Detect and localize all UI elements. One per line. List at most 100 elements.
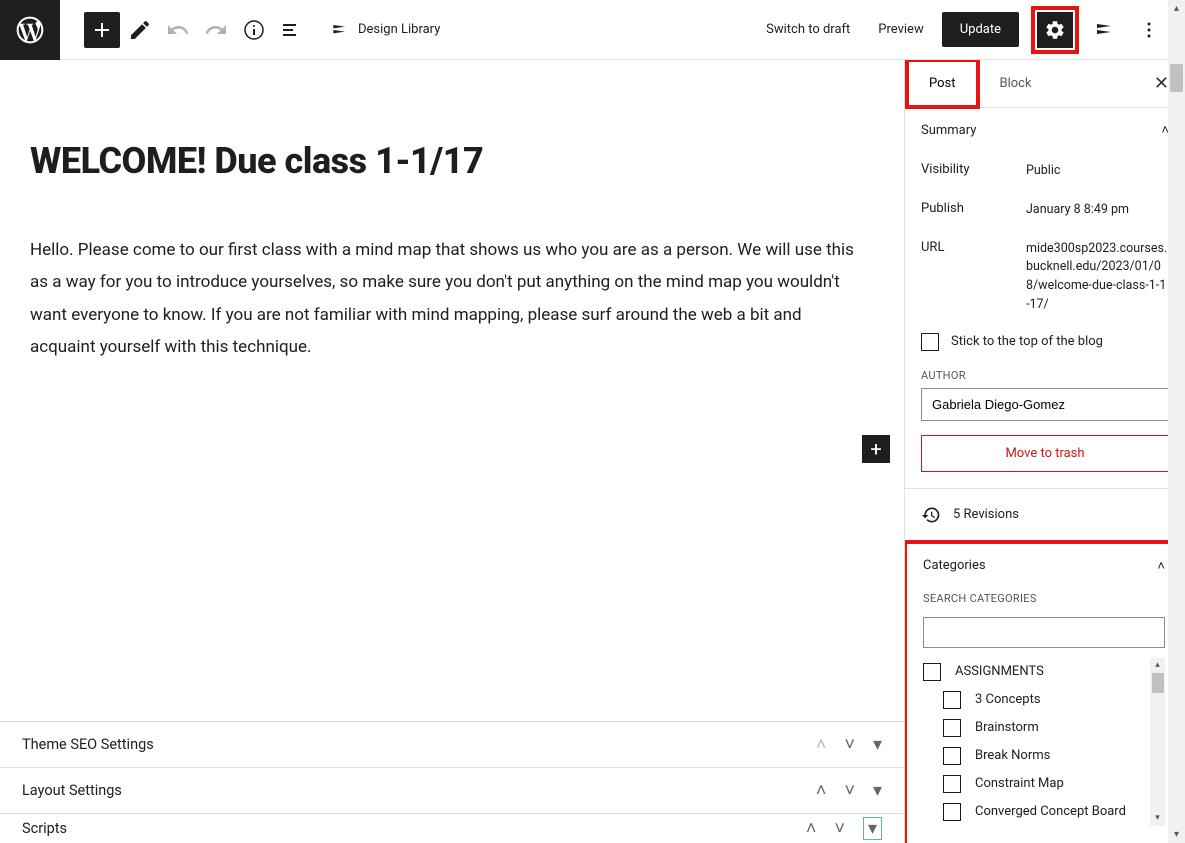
post-title[interactable]: WELCOME! Due class 1-1/17 <box>30 140 870 182</box>
sticky-row[interactable]: Stick to the top of the blog <box>921 325 1169 365</box>
inline-add-block-button[interactable]: + <box>862 435 890 463</box>
caret-down-icon[interactable]: ▾ <box>873 780 882 801</box>
category-checkbox[interactable] <box>943 691 961 709</box>
edit-tool-button[interactable] <box>122 12 158 48</box>
author-label: AUTHOR <box>921 369 1169 382</box>
highlight-categories: Categories ˄ SEARCH CATEGORIES ▴ ▾ ASSIG… <box>904 540 1185 843</box>
chevron-down-icon[interactable]: ˅ <box>844 734 855 755</box>
panel-scripts[interactable]: Scripts ˄ ˅ ▾ <box>0 813 904 843</box>
category-label: ASSIGNMENTS <box>955 664 1044 679</box>
panel-label: Scripts <box>22 820 67 837</box>
author-input[interactable] <box>921 388 1169 421</box>
plus-icon <box>90 18 114 42</box>
categories-header[interactable]: Categories ˄ <box>907 544 1181 588</box>
extra-panel-button[interactable] <box>1087 12 1123 48</box>
design-library-icon <box>330 20 350 40</box>
scroll-down-icon[interactable]: ▾ <box>1168 826 1185 843</box>
bottom-panels: Theme SEO Settings ˄ ˅ ▾ Layout Settings ˄… <box>0 721 904 843</box>
add-block-button[interactable] <box>84 12 120 48</box>
editor-canvas: WELCOME! Due class 1-1/17 Hello. Please … <box>0 60 904 843</box>
caret-down-icon[interactable]: ▾ <box>863 817 882 840</box>
caret-down-icon[interactable]: ▾ <box>873 734 882 755</box>
info-button[interactable] <box>236 12 272 48</box>
url-label: URL <box>921 240 1026 315</box>
panel-layout-settings[interactable]: Layout Settings ˄ ˅ ▾ <box>0 767 904 813</box>
move-to-trash-button[interactable]: Move to trash <box>921 435 1169 472</box>
switch-to-draft-button[interactable]: Switch to draft <box>756 16 860 43</box>
tab-block[interactable]: Block <box>980 62 1052 105</box>
url-row[interactable]: URL mide300sp2023.courses.bucknell.edu/2… <box>921 230 1169 325</box>
categories-list: ▴ ▾ ASSIGNMENTS 3 Concepts Brainstorm Break… <box>923 658 1165 826</box>
visibility-value: Public <box>1026 162 1169 181</box>
category-item[interactable]: Constraint Map <box>943 770 1165 798</box>
revisions-section[interactable]: 5 Revisions <box>905 489 1185 542</box>
toolbar-left: Design Library <box>84 12 450 48</box>
preview-button[interactable]: Preview <box>868 16 933 43</box>
scroll-thumb[interactable] <box>1170 64 1183 92</box>
revisions-label: 5 Revisions <box>953 507 1019 522</box>
history-icon <box>921 505 941 525</box>
tab-post[interactable]: Post <box>909 62 976 105</box>
wordpress-icon <box>14 14 46 46</box>
category-checkbox[interactable] <box>943 803 961 821</box>
category-label: Converged Concept Board <box>975 804 1126 819</box>
chevron-down-icon[interactable]: ˅ <box>844 780 855 801</box>
settings-sidebar: Post Block ✕ Summary ˄ Visibility Public… <box>904 60 1185 843</box>
chevron-up-icon[interactable]: ˄ <box>816 780 827 801</box>
design-library-label: Design Library <box>358 22 440 37</box>
category-checkbox[interactable] <box>923 663 941 681</box>
undo-icon <box>166 18 190 42</box>
info-icon <box>242 18 266 42</box>
highlight-post-tab: Post <box>905 60 980 109</box>
categories-scrollbar[interactable]: ▴ ▾ <box>1150 658 1165 826</box>
category-checkbox[interactable] <box>943 775 961 793</box>
sticky-checkbox[interactable] <box>921 333 939 351</box>
chevron-up-icon: ˄ <box>1157 558 1165 574</box>
category-item[interactable]: ASSIGNMENTS <box>923 658 1165 686</box>
category-item[interactable]: Break Norms <box>943 742 1165 770</box>
update-button[interactable]: Update <box>942 12 1019 47</box>
categories-section: Categories ˄ SEARCH CATEGORIES ▴ ▾ ASSIG… <box>907 544 1181 842</box>
url-value: mide300sp2023.courses.bucknell.edu/2023/… <box>1026 240 1169 315</box>
chevron-up-icon[interactable]: ˄ <box>806 818 817 839</box>
category-checkbox[interactable] <box>943 747 961 765</box>
redo-button[interactable] <box>198 12 234 48</box>
top-toolbar: Design Library Switch to draft Preview U… <box>0 0 1185 60</box>
main-area: WELCOME! Due class 1-1/17 Hello. Please … <box>0 60 1185 843</box>
category-item[interactable]: Brainstorm <box>943 714 1165 742</box>
search-categories-input[interactable] <box>923 617 1165 648</box>
list-view-button[interactable] <box>274 12 310 48</box>
toolbar-right: Switch to draft Preview Update <box>756 6 1185 54</box>
summary-header[interactable]: Summary ˄ <box>905 108 1185 152</box>
visibility-row[interactable]: Visibility Public <box>921 152 1169 191</box>
category-label: Constraint Map <box>975 776 1064 791</box>
panel-label: Layout Settings <box>22 782 122 799</box>
visibility-label: Visibility <box>921 162 1026 181</box>
panel-label: Theme SEO Settings <box>22 736 154 753</box>
category-label: Brainstorm <box>975 720 1039 735</box>
category-item[interactable]: Converged Concept Board <box>943 798 1165 826</box>
post-body[interactable]: Hello. Please come to our first class wi… <box>30 234 870 363</box>
scroll-down-icon[interactable]: ▾ <box>1150 811 1165 826</box>
chevron-up-icon[interactable]: ˄ <box>816 734 827 755</box>
category-item[interactable]: 3 Concepts <box>943 686 1165 714</box>
scroll-up-icon[interactable]: ▴ <box>1168 0 1185 17</box>
wordpress-logo[interactable] <box>0 0 60 60</box>
scroll-thumb[interactable] <box>1152 673 1164 693</box>
search-categories-label: SEARCH CATEGORIES <box>923 592 1165 605</box>
options-button[interactable] <box>1131 12 1167 48</box>
settings-button[interactable] <box>1037 12 1073 48</box>
category-label: 3 Concepts <box>975 692 1041 707</box>
list-icon <box>280 18 304 42</box>
publish-row[interactable]: Publish January 8 8:49 pm <box>921 191 1169 230</box>
chevron-down-icon[interactable]: ˅ <box>834 818 845 839</box>
page-scrollbar[interactable]: ▴ ▾ <box>1168 0 1185 843</box>
pencil-icon <box>128 18 152 42</box>
categories-label: Categories <box>923 558 986 573</box>
category-checkbox[interactable] <box>943 719 961 737</box>
panel-theme-seo[interactable]: Theme SEO Settings ˄ ˅ ▾ <box>0 721 904 767</box>
design-library-button[interactable]: Design Library <box>320 14 450 46</box>
summary-section: Summary ˄ Visibility Public Publish Janu… <box>905 108 1185 489</box>
undo-button[interactable] <box>160 12 196 48</box>
scroll-up-icon[interactable]: ▴ <box>1150 658 1165 673</box>
